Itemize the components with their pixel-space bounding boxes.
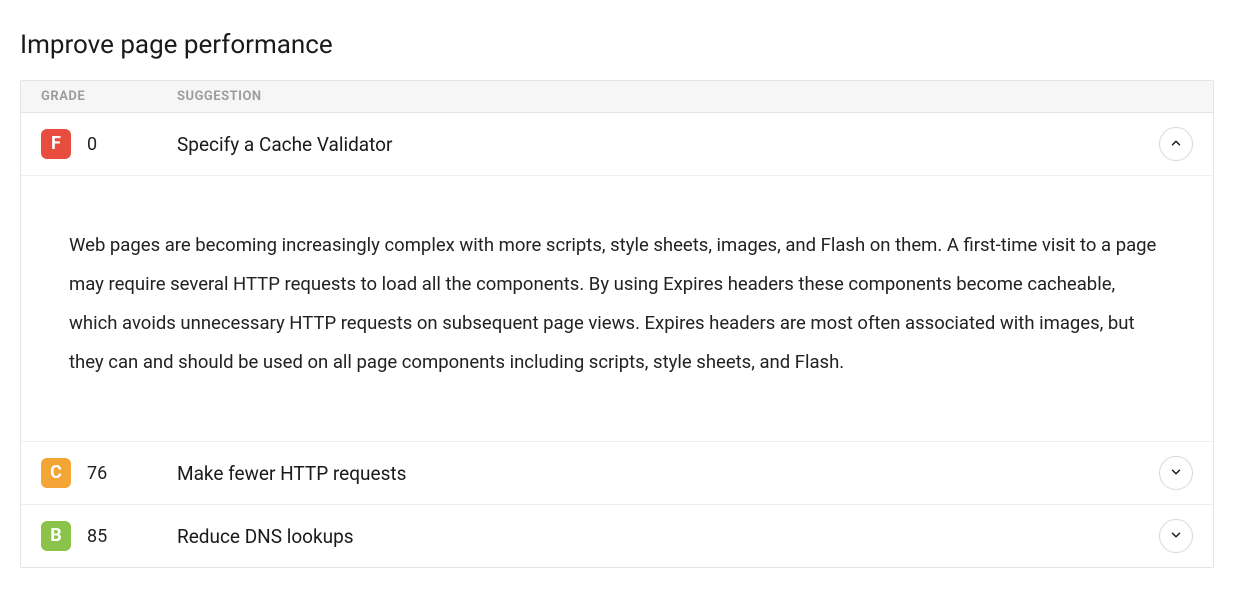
expand-toggle-button[interactable] <box>1159 456 1193 490</box>
chevron-down-icon <box>1169 465 1183 482</box>
expand-toggle-button[interactable] <box>1159 519 1193 553</box>
row-detail: Web pages are becoming increasingly comp… <box>21 175 1213 441</box>
grade-score: 0 <box>87 134 97 155</box>
column-header-suggestion: SUGGESTION <box>177 89 1193 104</box>
page-title: Improve page performance <box>20 30 1214 60</box>
expand-toggle-button[interactable] <box>1159 127 1193 161</box>
suggestion-text: Reduce DNS lookups <box>177 525 1159 548</box>
grade-score: 85 <box>87 526 107 547</box>
grade-badge: C <box>41 458 71 488</box>
grade-cell: C 76 <box>41 458 177 488</box>
page-container: Improve page performance GRADE SUGGESTIO… <box>20 30 1214 568</box>
grade-badge: F <box>41 129 71 159</box>
grade-cell: B 85 <box>41 521 177 551</box>
suggestions-table: GRADE SUGGESTION F 0 Specify a Cache Val… <box>20 80 1214 568</box>
table-row: B 85 Reduce DNS lookups <box>21 505 1213 567</box>
table-row-toggle[interactable]: F 0 Specify a Cache Validator <box>21 113 1213 175</box>
grade-cell: F 0 <box>41 129 177 159</box>
suggestion-text: Specify a Cache Validator <box>177 133 1159 156</box>
column-header-grade: GRADE <box>41 89 177 104</box>
table-row-toggle[interactable]: B 85 Reduce DNS lookups <box>21 505 1213 567</box>
table-header: GRADE SUGGESTION <box>21 81 1213 113</box>
grade-badge: B <box>41 521 71 551</box>
chevron-down-icon <box>1169 528 1183 545</box>
grade-score: 76 <box>87 463 107 484</box>
table-row: C 76 Make fewer HTTP requests <box>21 442 1213 505</box>
suggestion-text: Make fewer HTTP requests <box>177 462 1159 485</box>
table-row-toggle[interactable]: C 76 Make fewer HTTP requests <box>21 442 1213 504</box>
chevron-up-icon <box>1169 136 1183 153</box>
table-row: F 0 Specify a Cache Validator Web pages … <box>21 113 1213 442</box>
